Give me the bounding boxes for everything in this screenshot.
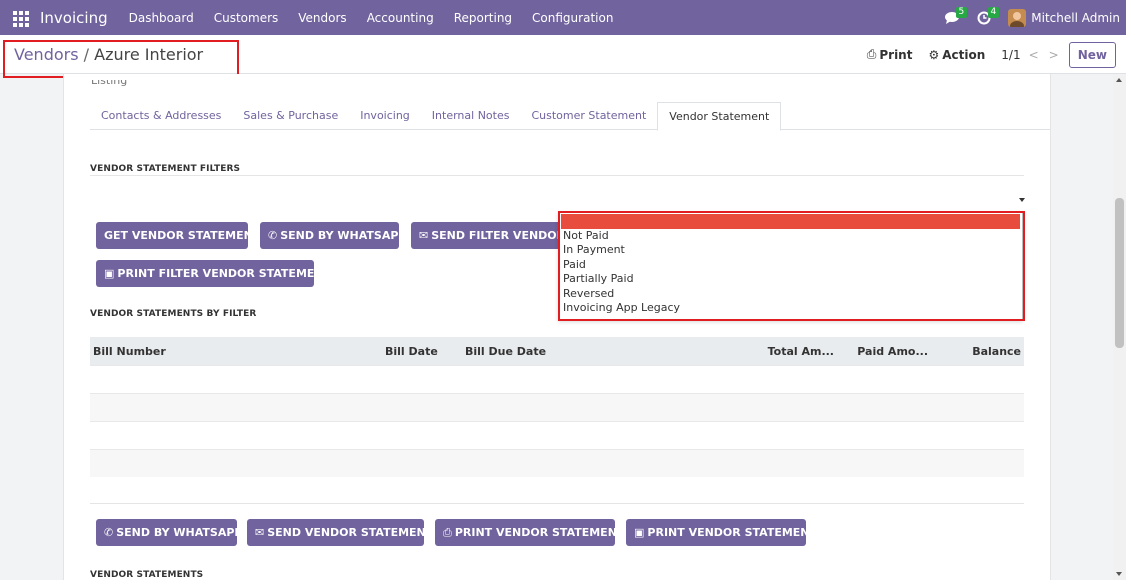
user-name[interactable]: Mitchell Admin bbox=[1031, 11, 1120, 25]
top-navbar: Invoicing Dashboard Customers Vendors Ac… bbox=[0, 0, 1126, 35]
document-icon: ▣ bbox=[104, 267, 115, 280]
bottom-send-by-whatsapp-label: SEND BY WHATSAPP bbox=[116, 526, 237, 539]
scroll-down-icon[interactable] bbox=[1116, 572, 1122, 576]
print-button[interactable]: ⎙ Print bbox=[867, 47, 913, 62]
send-vendor-statement-button[interactable]: ✉ SEND VENDOR STATEMENT bbox=[247, 519, 424, 546]
cut-off-label: Listing bbox=[91, 80, 127, 86]
print-vendor-statement-label: PRINT VENDOR STATEMENT bbox=[454, 526, 615, 539]
scroll-up-icon[interactable] bbox=[1116, 78, 1122, 82]
action-label: Action bbox=[942, 47, 986, 62]
print-icon: ⎙ bbox=[866, 47, 877, 61]
gear-icon: ⚙ bbox=[928, 47, 940, 62]
menu-configuration[interactable]: Configuration bbox=[522, 11, 623, 25]
document-icon: ▣ bbox=[634, 526, 645, 539]
send-filter-vendor-statement-button[interactable]: ✉ SEND FILTER VENDOR STATEMENT bbox=[411, 222, 561, 249]
statements-section-title: VENDOR STATEMENTS bbox=[90, 570, 204, 580]
send-vendor-statement-label: SEND VENDOR STATEMENT bbox=[267, 526, 424, 539]
pager-value[interactable]: 1/1 bbox=[1001, 48, 1020, 62]
pager-prev-icon[interactable]: < bbox=[1029, 48, 1039, 62]
chevron-down-icon[interactable] bbox=[1019, 198, 1025, 202]
filters-section-title: VENDOR STATEMENT FILTERS bbox=[90, 164, 241, 174]
activities-button[interactable]: 4 bbox=[968, 6, 1000, 28]
envelope-icon: ✉ bbox=[419, 229, 429, 242]
print-vendor-statement-button[interactable]: ⎙ PRINT VENDOR STATEMENT bbox=[435, 519, 615, 546]
table-row bbox=[90, 421, 1024, 449]
print-vendor-statement-pdf-label: PRINT VENDOR STATEMENT bbox=[647, 526, 806, 539]
tab-customer-statement[interactable]: Customer Statement bbox=[520, 102, 657, 130]
activities-badge: 4 bbox=[987, 6, 1000, 18]
col-bill-due-date[interactable]: Bill Due Date bbox=[465, 345, 546, 358]
get-vendor-statement-button[interactable]: GET VENDOR STATEMENT bbox=[96, 222, 248, 249]
tab-invoicing[interactable]: Invoicing bbox=[349, 102, 421, 130]
new-button[interactable]: New bbox=[1068, 41, 1116, 68]
tab-internal-notes[interactable]: Internal Notes bbox=[421, 102, 521, 130]
print-filter-vendor-statement-label: PRINT FILTER VENDOR STATEMENT bbox=[117, 267, 314, 280]
col-bill-number[interactable]: Bill Number bbox=[93, 345, 166, 358]
apps-grid-icon[interactable] bbox=[13, 10, 29, 27]
envelope-icon: ✉ bbox=[255, 526, 265, 539]
col-total-amount[interactable]: Total Am... bbox=[768, 345, 834, 358]
print-filter-vendor-statement-button[interactable]: ▣ PRINT FILTER VENDOR STATEMENT bbox=[96, 260, 314, 287]
scrollbar-thumb[interactable] bbox=[1115, 198, 1124, 348]
menu-accounting[interactable]: Accounting bbox=[357, 11, 444, 25]
messages-button[interactable]: 5 bbox=[936, 6, 968, 28]
bottom-send-by-whatsapp-button[interactable]: ✆ SEND BY WHATSAPP bbox=[96, 519, 237, 546]
menu-customers[interactable]: Customers bbox=[204, 11, 289, 25]
tab-sales-purchase[interactable]: Sales & Purchase bbox=[232, 102, 349, 130]
print-vendor-statement-pdf-button[interactable]: ▣ PRINT VENDOR STATEMENT bbox=[626, 519, 806, 546]
menu-dashboard[interactable]: Dashboard bbox=[119, 11, 204, 25]
messages-badge: 5 bbox=[955, 6, 968, 18]
filters-divider bbox=[90, 175, 1024, 176]
menu-reporting[interactable]: Reporting bbox=[444, 11, 522, 25]
table-row bbox=[90, 393, 1024, 421]
breadcrumb-highlight bbox=[3, 40, 239, 78]
user-avatar[interactable] bbox=[1008, 8, 1027, 27]
print-icon: ⎙ bbox=[443, 525, 452, 539]
send-by-whatsapp-button[interactable]: ✆ SEND BY WHATSAPP bbox=[260, 222, 399, 249]
col-paid-amount[interactable]: Paid Amo... bbox=[857, 345, 928, 358]
form-sheet: Listing Contacts & Addresses Sales & Pur… bbox=[63, 74, 1051, 580]
menu-vendors[interactable]: Vendors bbox=[288, 11, 356, 25]
tab-vendor-statement[interactable]: Vendor Statement bbox=[657, 102, 782, 131]
scrollbar[interactable] bbox=[1113, 74, 1126, 580]
send-filter-vendor-statement-label: SEND FILTER VENDOR STATEMENT bbox=[431, 229, 561, 242]
table-row bbox=[90, 449, 1024, 477]
col-balance[interactable]: Balance bbox=[972, 345, 1021, 358]
send-by-whatsapp-label: SEND BY WHATSAPP bbox=[280, 229, 399, 242]
col-bill-date[interactable]: Bill Date bbox=[385, 345, 438, 358]
tab-contacts-addresses[interactable]: Contacts & Addresses bbox=[90, 102, 232, 130]
dropdown-highlight bbox=[558, 211, 1025, 321]
pager-next-icon[interactable]: > bbox=[1049, 48, 1059, 62]
table-bottom-divider bbox=[90, 503, 1024, 504]
print-label: Print bbox=[879, 47, 913, 62]
whatsapp-icon: ✆ bbox=[268, 229, 278, 242]
notebook-tabs: Contacts & Addresses Sales & Purchase In… bbox=[90, 102, 1050, 131]
app-brand[interactable]: Invoicing bbox=[40, 9, 108, 27]
by-filter-section-title: VENDOR STATEMENTS BY FILTER bbox=[90, 309, 257, 319]
table-header: Bill Number Bill Date Bill Due Date Tota… bbox=[90, 337, 1024, 365]
action-button[interactable]: ⚙ Action bbox=[928, 48, 985, 62]
table-row bbox=[90, 365, 1024, 393]
whatsapp-icon: ✆ bbox=[104, 526, 114, 539]
get-vendor-statement-label: GET VENDOR STATEMENT bbox=[104, 229, 248, 242]
